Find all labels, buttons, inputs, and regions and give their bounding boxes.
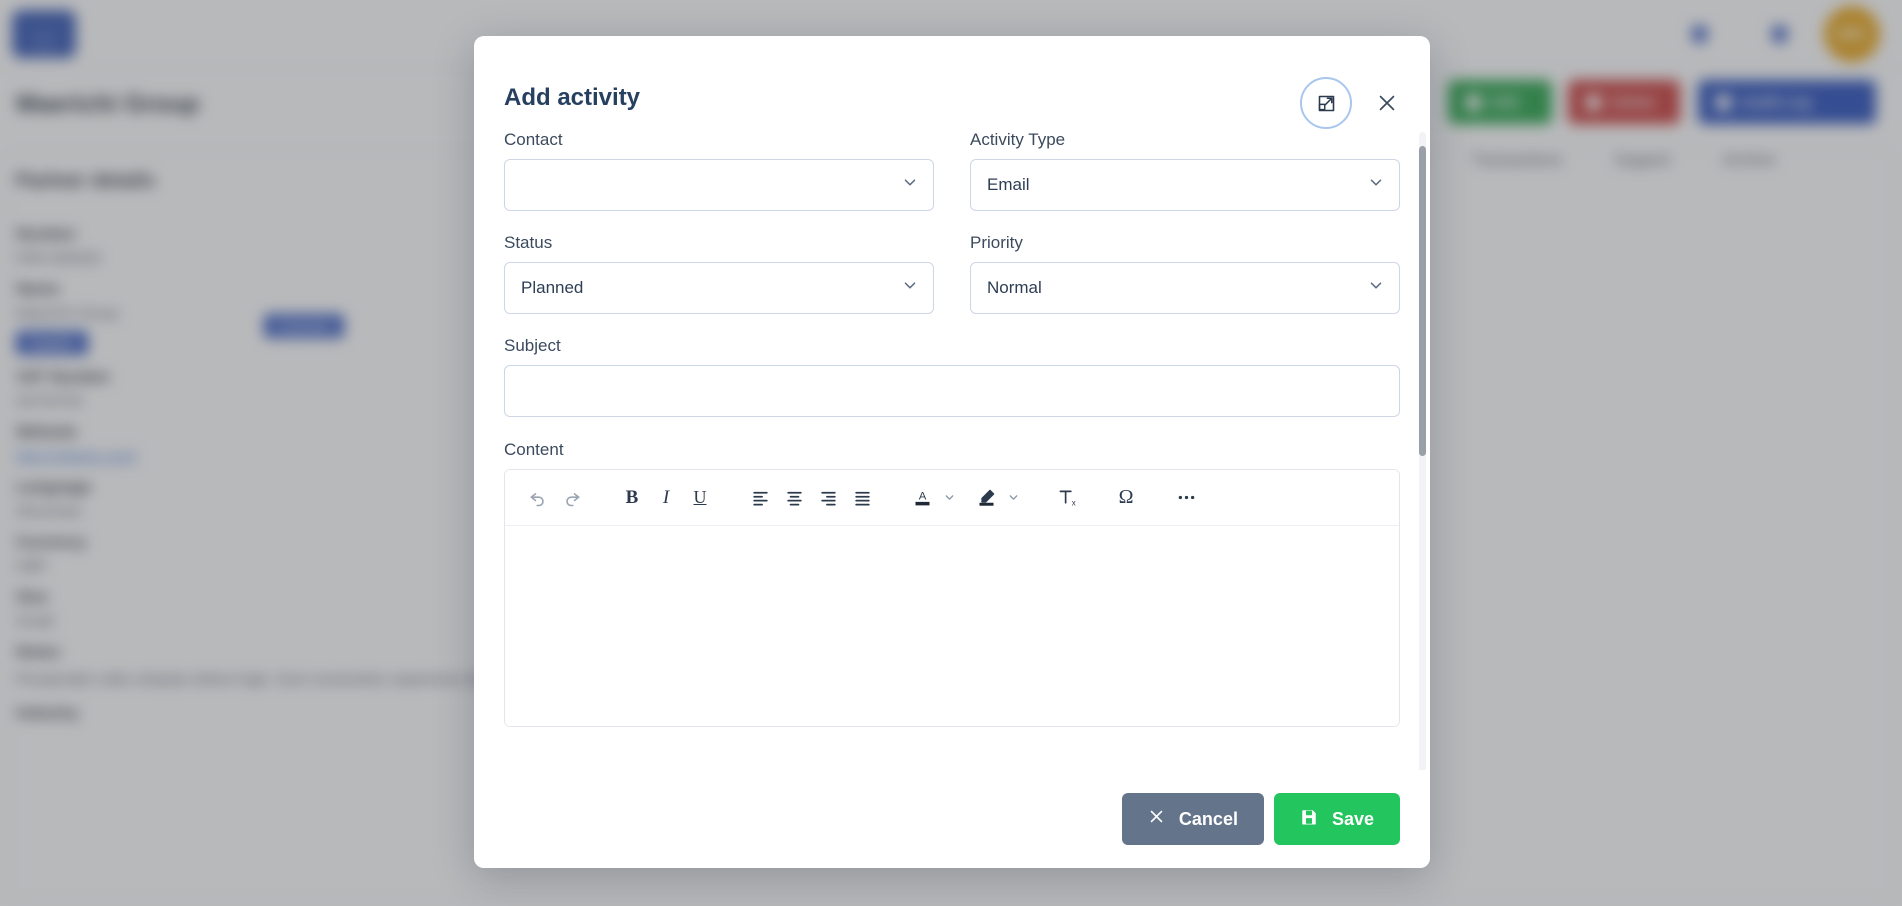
svg-text:x: x [1071, 498, 1075, 507]
activity-type-field-group: Activity Type Email [970, 130, 1400, 211]
bold-icon[interactable]: B [615, 481, 649, 515]
chevron-down-icon [1367, 174, 1385, 197]
contact-select[interactable] [504, 159, 934, 211]
subject-input[interactable] [504, 365, 1400, 417]
italic-glyph: I [662, 486, 670, 508]
chevron-down-icon [1367, 277, 1385, 300]
modal-title: Add activity [504, 84, 641, 111]
clear-format-icon[interactable]: x [1049, 481, 1083, 515]
modal-header: Add activity [474, 36, 1430, 130]
contact-field-group: Contact [504, 130, 934, 211]
svg-text:A: A [918, 490, 926, 502]
chevron-down-icon [901, 277, 919, 300]
activity-type-select-value: Email [987, 175, 1030, 194]
modal-body: Contact Activity Type Email Status Plann… [474, 130, 1430, 770]
field-row-2: Status Planned Priority Normal [504, 233, 1400, 314]
expand-icon[interactable] [1300, 77, 1352, 129]
priority-select[interactable]: Normal [970, 262, 1400, 314]
editor-toolbar: B I U A x Ω [505, 470, 1399, 526]
omega-glyph: Ω [1118, 486, 1134, 508]
italic-icon[interactable]: I [649, 481, 683, 515]
cancel-button-label: Cancel [1178, 808, 1238, 829]
align-center-icon[interactable] [777, 481, 811, 515]
underline-icon[interactable]: U [683, 481, 717, 515]
close-icon [1148, 808, 1165, 830]
content-field-group: Content B I U A x Ω [504, 440, 1400, 727]
subject-label: Subject [504, 336, 561, 355]
contact-label: Contact [504, 130, 563, 149]
priority-select-value: Normal [987, 278, 1042, 297]
status-select[interactable]: Planned [504, 262, 934, 314]
add-activity-modal: Add activity Contact Activity Type Email… [474, 36, 1430, 868]
text-color-icon[interactable]: A [905, 481, 939, 515]
chevron-down-icon[interactable] [939, 481, 959, 515]
status-label: Status [504, 233, 553, 252]
modal-scrollbar-thumb[interactable] [1419, 146, 1426, 456]
rich-text-editor: B I U A x Ω [504, 469, 1400, 727]
underline-glyph: U [693, 487, 707, 507]
more-options-icon[interactable] [1169, 481, 1203, 515]
save-button[interactable]: Save [1273, 793, 1400, 845]
priority-field-group: Priority Normal [970, 233, 1400, 314]
align-justify-icon[interactable] [845, 481, 879, 515]
modal-footer: Cancel Save [474, 770, 1430, 868]
cancel-button[interactable]: Cancel [1121, 793, 1264, 845]
content-label: Content [504, 440, 564, 459]
redo-icon[interactable] [555, 481, 589, 515]
highlight-color-icon[interactable] [969, 481, 1003, 515]
chevron-down-icon [901, 174, 919, 197]
content-editor-area[interactable] [505, 526, 1399, 726]
field-row-1: Contact Activity Type Email [504, 130, 1400, 211]
activity-type-select[interactable]: Email [970, 159, 1400, 211]
close-icon[interactable] [1372, 88, 1402, 118]
subject-field-group: Subject [504, 336, 1400, 417]
chevron-down-icon[interactable] [1003, 481, 1023, 515]
special-character-icon[interactable]: Ω [1109, 481, 1143, 515]
save-button-label: Save [1331, 808, 1374, 829]
align-right-icon[interactable] [811, 481, 845, 515]
status-field-group: Status Planned [504, 233, 934, 314]
modal-scrollbar-track[interactable] [1419, 132, 1426, 816]
bold-glyph: B [625, 486, 639, 508]
align-left-icon[interactable] [743, 481, 777, 515]
priority-label: Priority [970, 233, 1023, 252]
save-icon [1300, 808, 1318, 831]
status-select-value: Planned [521, 278, 584, 297]
undo-icon[interactable] [521, 481, 555, 515]
activity-type-label: Activity Type [970, 130, 1066, 149]
